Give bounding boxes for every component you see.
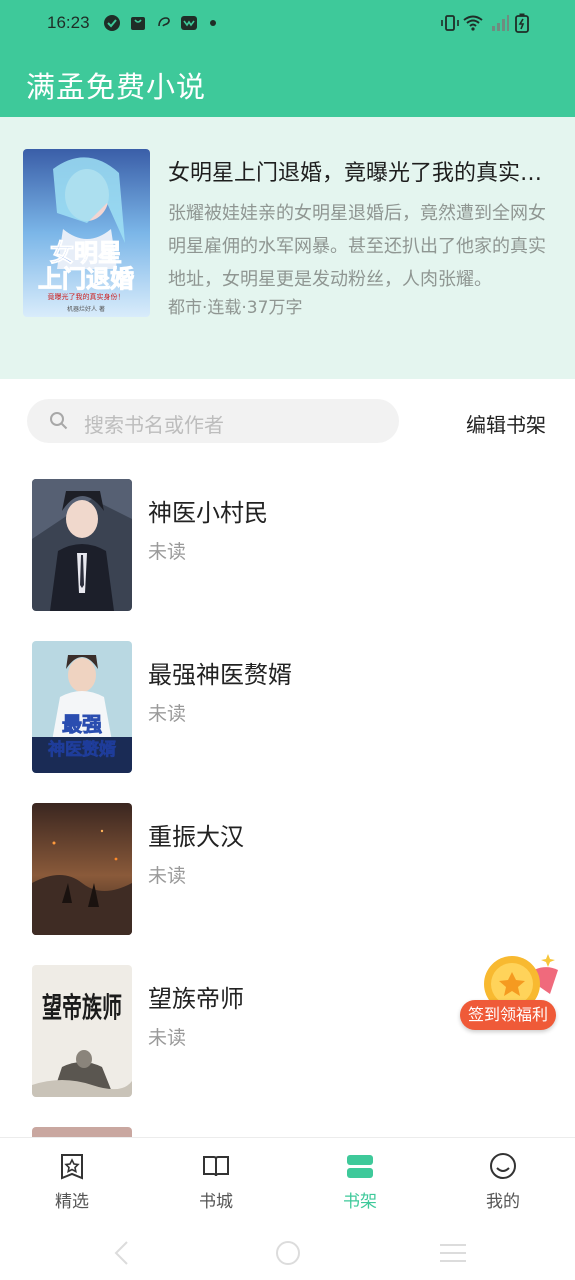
status-bar: 16:23 xyxy=(0,0,575,48)
bag-icon xyxy=(131,17,145,30)
app-header: 16:23 满孟免费小说 xyxy=(0,0,575,117)
cover-author: 机器烂好人 著 xyxy=(67,305,105,313)
featured-book-description: 张耀被娃娃亲的女明星退婚后，竟然遭到全网女明星雇佣的水军网暴。甚至还扒出了他家的… xyxy=(168,203,546,290)
cover-title-line2: 神医赘婿 xyxy=(48,739,116,760)
reward-label: 签到领福利 xyxy=(460,1000,556,1030)
system-navigation-bar xyxy=(0,1228,575,1280)
tab-bookstore[interactable]: 书城 xyxy=(166,1138,266,1218)
book-title[interactable]: 望族帝师 xyxy=(148,979,244,1014)
tab-profile[interactable]: 我的 xyxy=(453,1138,553,1218)
tab-label: 我的 xyxy=(486,1192,520,1212)
book-item[interactable]: 最强 神医赘婿 最强神医赘婿 未读 xyxy=(0,641,575,775)
search-icon xyxy=(50,412,68,430)
book-title[interactable]: 最强神医赘婿 xyxy=(148,655,292,690)
book-cover[interactable]: 最强 神医赘婿 xyxy=(32,641,132,773)
book-cover-partial[interactable] xyxy=(32,1127,132,1137)
search-placeholder: 搜索书名或作者 xyxy=(84,413,224,437)
book-read-status: 未读 xyxy=(148,1027,187,1049)
tab-label: 书城 xyxy=(199,1192,233,1212)
featured-book-cover[interactable]: 女明星 上门退婚 竟曝光了我的真实身份！ 机器烂好人 著 xyxy=(23,149,150,317)
check-badge-icon xyxy=(104,15,120,31)
book-item[interactable]: 重振大汉 未读 xyxy=(0,803,575,937)
tab-label: 书架 xyxy=(343,1192,377,1212)
book-cover[interactable] xyxy=(32,479,132,611)
open-book-icon xyxy=(203,1156,229,1177)
featured-book-card[interactable]: 女明星 上门退婚 竟曝光了我的真实身份！ 机器烂好人 著 女明星上门退婚，竟曝光… xyxy=(0,117,575,379)
tab-bookshelf[interactable]: 书架 xyxy=(310,1138,410,1218)
shelf-icon xyxy=(347,1155,373,1178)
cover-subtitle: 竟曝光了我的真实身份！ xyxy=(48,292,125,301)
back-icon[interactable] xyxy=(112,1240,132,1266)
star-book-icon xyxy=(61,1154,83,1180)
status-time: 16:23 xyxy=(47,13,90,32)
mail-app-icon xyxy=(181,16,197,30)
book-title[interactable]: 重振大汉 xyxy=(148,817,244,852)
signal-icon xyxy=(492,15,509,31)
tab-label: 精选 xyxy=(55,1192,89,1212)
book-cover[interactable] xyxy=(32,803,132,935)
bottom-navigation: 精选 书城 书架 我的 xyxy=(0,1137,575,1228)
cover-title-line1: 女明星 xyxy=(50,239,122,267)
home-icon[interactable] xyxy=(274,1239,302,1267)
wifi-icon xyxy=(463,15,483,31)
featured-book-title[interactable]: 女明星上门退婚，竟曝光了我的真实身份 xyxy=(168,155,548,187)
cover-title-line1: 最强 xyxy=(62,712,102,736)
search-input[interactable]: 搜索书名或作者 xyxy=(27,399,399,443)
vibrate-icon xyxy=(441,15,459,31)
dot-icon xyxy=(210,20,216,26)
book-cover[interactable]: 望帝族师 xyxy=(32,965,132,1097)
book-read-status: 未读 xyxy=(148,703,187,725)
smiley-icon xyxy=(490,1153,516,1179)
featured-book-meta: 都市·连载·37万字 xyxy=(168,298,303,318)
app-title: 满孟免费小说 xyxy=(26,70,207,104)
battery-charging-icon xyxy=(515,13,529,33)
cover-title: 望帝族师 xyxy=(42,991,122,1024)
book-read-status: 未读 xyxy=(148,865,187,887)
sign-in-reward-button[interactable]: 签到领福利 xyxy=(456,946,562,1034)
cover-title-line2: 上门退婚 xyxy=(38,265,134,293)
book-item[interactable]: 神医小村民 未读 xyxy=(0,479,575,613)
tab-featured[interactable]: 精选 xyxy=(22,1138,122,1218)
app-notify-icon xyxy=(158,17,170,27)
edit-shelf-button[interactable]: 编辑书架 xyxy=(466,409,546,438)
book-title[interactable]: 神医小村民 xyxy=(148,493,268,528)
book-read-status: 未读 xyxy=(148,541,187,563)
menu-icon[interactable] xyxy=(438,1242,468,1264)
